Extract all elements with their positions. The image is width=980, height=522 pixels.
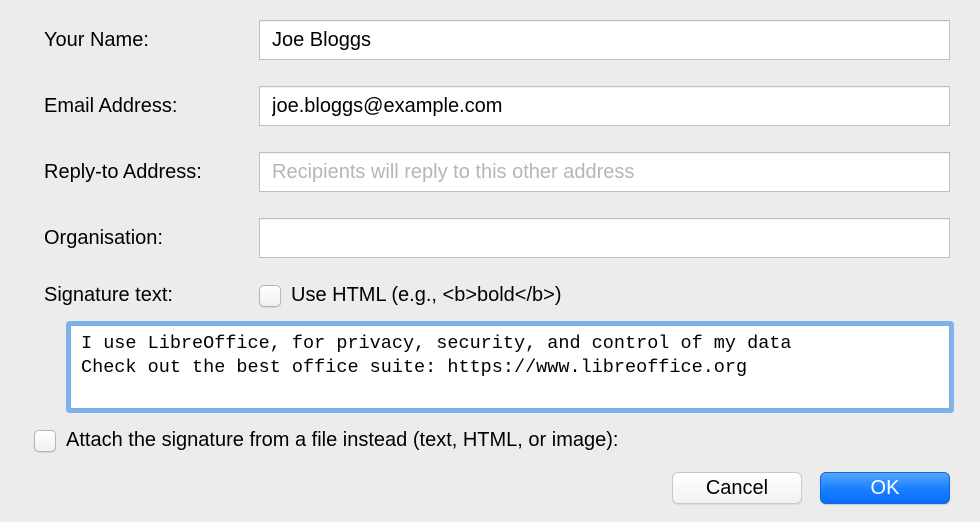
attach-file-label: Attach the signature from a file instead… (66, 429, 618, 452)
cancel-button[interactable]: Cancel (672, 472, 802, 504)
use-html-label: Use HTML (e.g., <b>bold</b>) (291, 284, 562, 307)
your-name-input[interactable] (259, 20, 950, 60)
label-signature: Signature text: (44, 284, 259, 307)
attach-from-file-option[interactable]: Attach the signature from a file instead… (34, 429, 980, 452)
row-name: Your Name: (44, 20, 950, 60)
email-address-input[interactable] (259, 86, 950, 126)
label-email: Email Address: (44, 95, 259, 118)
label-reply-to: Reply-to Address: (44, 161, 259, 184)
account-identity-dialog: Your Name: Email Address: Reply-to Addre… (0, 0, 980, 522)
attach-file-checkbox[interactable] (34, 430, 56, 452)
use-html-option[interactable]: Use HTML (e.g., <b>bold</b>) (259, 284, 562, 307)
organisation-input[interactable] (259, 218, 950, 258)
reply-to-input[interactable] (259, 152, 950, 192)
label-your-name: Your Name: (44, 29, 259, 52)
row-organisation: Organisation: (44, 218, 950, 258)
signature-box-wrapper (70, 325, 950, 415)
row-email: Email Address: (44, 86, 950, 126)
dialog-buttons: Cancel OK (672, 472, 950, 504)
row-signature-label: Signature text: Use HTML (e.g., <b>bold<… (44, 284, 950, 307)
signature-textarea[interactable] (70, 325, 950, 409)
use-html-checkbox[interactable] (259, 285, 281, 307)
ok-button[interactable]: OK (820, 472, 950, 504)
label-organisation: Organisation: (44, 227, 259, 250)
row-reply-to: Reply-to Address: (44, 152, 950, 192)
form-area: Your Name: Email Address: Reply-to Addre… (0, 0, 980, 325)
